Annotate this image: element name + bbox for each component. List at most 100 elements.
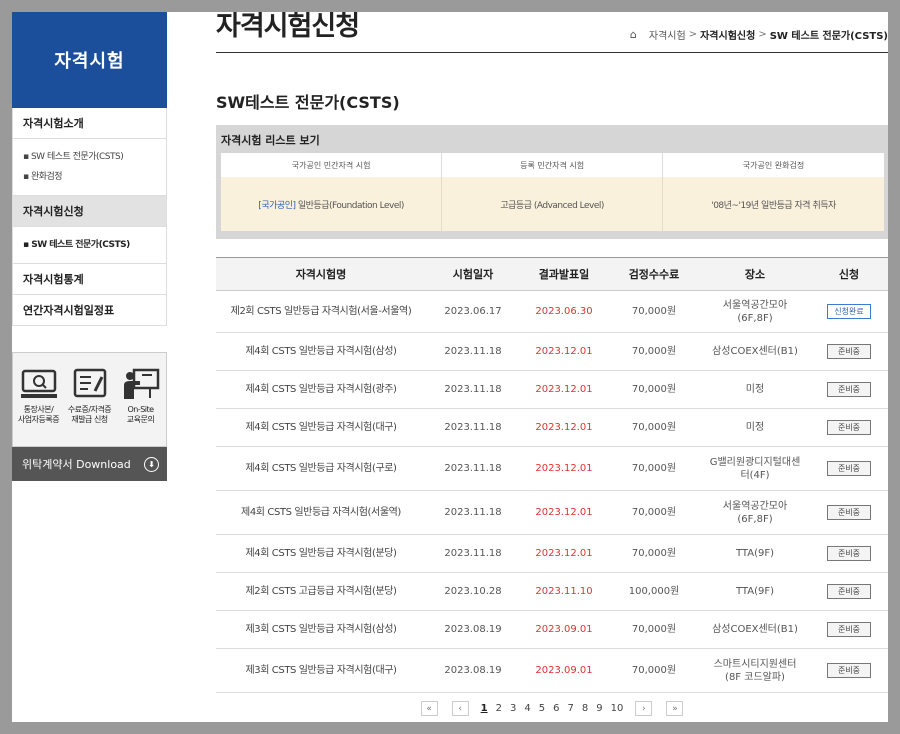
page-number[interactable]: 7 [567,703,573,714]
quick-link-reissue[interactable]: 수료증/자격증 재발급 신청 [65,367,115,446]
grade-cell-relaxed[interactable]: '08년~'19년 일반등급 자격 취득자 [662,177,884,231]
exam-date: 2023.10.28 [426,572,520,611]
column-header: 시험일자 [426,257,520,291]
quick-link-registration[interactable]: 통장사본/ 사업자등록증 [14,367,64,446]
table-row: 제4회 CSTS 일반등급 자격시험(대구) 2023.11.18 2023.12.… [216,408,888,447]
table-row: 제3회 CSTS 일반등급 자격시험(삼성) 2023.08.19 2023.09.… [216,610,888,649]
column-header: 신청 [810,257,888,291]
page-number[interactable]: 3 [510,703,516,714]
result-date: 2023.12.01 [520,332,608,371]
download-label: 위탁계약서 Download [22,458,131,471]
next-page-button[interactable]: › [635,701,653,716]
last-page-button[interactable]: » [666,701,684,716]
column-header: 검정수수료 [608,257,700,291]
apply-cell: 준비중 [810,332,888,371]
page-number[interactable]: 10 [611,703,624,714]
breadcrumb-separator: > [688,29,698,40]
page-number[interactable]: 1 [481,703,488,714]
preparing-button[interactable]: 준비중 [827,344,871,359]
table-row: 제4회 CSTS 일반등급 자격시험(광주) 2023.11.18 2023.12.… [216,370,888,409]
main-content: 자격시험신청 ⌂ 자격시험 > 자격시험신청 > SW 테스트 전문가(CSTS… [216,12,888,716]
exam-name: 제4회 CSTS 일반등급 자격시험(광주) [216,370,426,409]
exam-date: 2023.08.19 [426,610,520,649]
home-icon[interactable]: ⌂ [630,28,637,41]
result-date: 2023.06.30 [520,290,608,333]
preparing-button[interactable]: 준비중 [827,663,871,678]
exam-fee: 100,000원 [608,572,700,611]
first-page-button[interactable]: « [420,701,438,716]
preparing-button[interactable]: 준비중 [827,505,871,520]
sidebar-subitem-relaxed[interactable]: ▪ 완화검정 [23,167,166,187]
exam-place: 미정 [700,370,810,409]
column-header: 결과발표일 [520,257,608,291]
grade-header: 등록 민간자격 시험 [441,153,664,177]
exam-place: TTA(9F) [700,572,810,611]
result-date: 2023.12.01 [520,370,608,409]
result-date: 2023.12.01 [520,490,608,535]
quick-link-onsite[interactable]: On-Site 교육문의 [116,367,166,446]
breadcrumb-item[interactable]: SW 테스트 전문가(CSTS) [770,27,888,42]
page-header: 자격시험신청 ⌂ 자격시험 > 자격시험신청 > SW 테스트 전문가(CSTS… [216,12,888,53]
page-number[interactable]: 2 [496,703,502,714]
grade-list-box: 자격시험 리스트 보기 국가공인 민간자격 시험 등록 민간자격 시험 국가공인… [216,125,888,239]
breadcrumb-separator: > [758,29,767,40]
page-number[interactable]: 9 [596,703,602,714]
apply-cell: 신청완료 [810,290,888,333]
page-number[interactable]: 6 [553,703,559,714]
preparing-button[interactable]: 준비중 [827,584,871,599]
preparing-button[interactable]: 준비중 [827,420,871,435]
preparing-button[interactable]: 준비중 [827,622,871,637]
breadcrumb-item[interactable]: 자격시험 [649,27,686,42]
column-header: 자격시험명 [216,257,426,291]
exam-fee: 70,000원 [608,370,700,409]
column-header: 장소 [700,257,810,291]
grade-header: 국가공인 민간자격 시험 [221,153,443,177]
exam-table: 자격시험명 시험일자 결과발표일 검정수수료 장소 신청 제2회 CSTS 일반… [216,257,888,693]
exam-fee: 70,000원 [608,610,700,649]
breadcrumb-item[interactable]: 자격시험신청 [700,27,755,42]
page-number[interactable]: 8 [582,703,588,714]
page-number[interactable]: 5 [539,703,545,714]
pagination: « ‹ 1 2 3 4 5 6 7 8 9 10 › » [216,701,888,716]
exam-place: 서울역공간모아 (6F,8F) [700,290,810,333]
page-numbers: 1 2 3 4 5 6 7 8 9 10 [477,703,628,714]
exam-name: 제4회 CSTS 일반등급 자격시험(분당) [216,534,426,573]
exam-place: G밸리원광디지털대센 터(4F) [700,446,810,491]
exam-fee: 70,000원 [608,408,700,447]
sidebar-item-stats[interactable]: 자격시험통계 [13,264,166,295]
applied-badge[interactable]: 신청완료 [827,304,871,319]
sidebar: 자격시험 자격시험소개 ▪ SW 테스트 전문가(CSTS) ▪ 완화검정 자격… [12,12,167,481]
sidebar-subitem-csts-apply[interactable]: ▪ SW 테스트 전문가(CSTS) [23,235,166,255]
download-icon: ⬇ [144,456,159,472]
apply-cell: 준비중 [810,370,888,409]
sidebar-item-intro[interactable]: 자격시험소개 [13,108,166,139]
prev-page-button[interactable]: ‹ [451,701,469,716]
download-contract-button[interactable]: 위탁계약서 Download ⬇ [12,447,167,481]
preparing-button[interactable]: 준비중 [827,382,871,397]
exam-place: 미정 [700,408,810,447]
page-title: 자격시험신청 [216,12,360,42]
exam-date: 2023.08.19 [426,648,520,693]
result-date: 2023.12.01 [520,446,608,491]
exam-fee: 70,000원 [608,446,700,491]
exam-name: 제3회 CSTS 일반등급 자격시험(대구) [216,648,426,693]
sidebar-item-apply[interactable]: 자격시험신청 [13,196,166,227]
sidebar-item-schedule[interactable]: 연간자격시험일정표 [13,295,166,326]
preparing-button[interactable]: 준비중 [827,546,871,561]
result-date: 2023.09.01 [520,610,608,649]
preparing-button[interactable]: 준비중 [827,461,871,476]
table-row: 제4회 CSTS 일반등급 자격시험(분당) 2023.11.18 2023.12.… [216,534,888,573]
registration-icon [20,369,57,398]
exam-fee: 70,000원 [608,648,700,693]
exam-name: 제2회 CSTS 일반등급 자격시험(서울-서울역) [216,290,426,333]
exam-table-body: 제2회 CSTS 일반등급 자격시험(서울-서울역) 2023.06.17 2023… [216,290,888,693]
sidebar-subitem-csts[interactable]: ▪ SW 테스트 전문가(CSTS) [23,147,166,167]
table-row: 제4회 CSTS 일반등급 자격시험(구로) 2023.11.18 2023.12.… [216,446,888,491]
grade-cell-advanced[interactable]: 고급등급 (Advanced Level) [441,177,664,231]
page-number[interactable]: 4 [524,703,530,714]
exam-place: 삼성COEX센터(B1) [700,332,810,371]
exam-date: 2023.11.18 [426,534,520,573]
exam-place: TTA(9F) [700,534,810,573]
exam-date: 2023.11.18 [426,370,520,409]
grade-cell-foundation[interactable]: [국가공인] 일반등급(Foundation Level) [221,177,443,231]
